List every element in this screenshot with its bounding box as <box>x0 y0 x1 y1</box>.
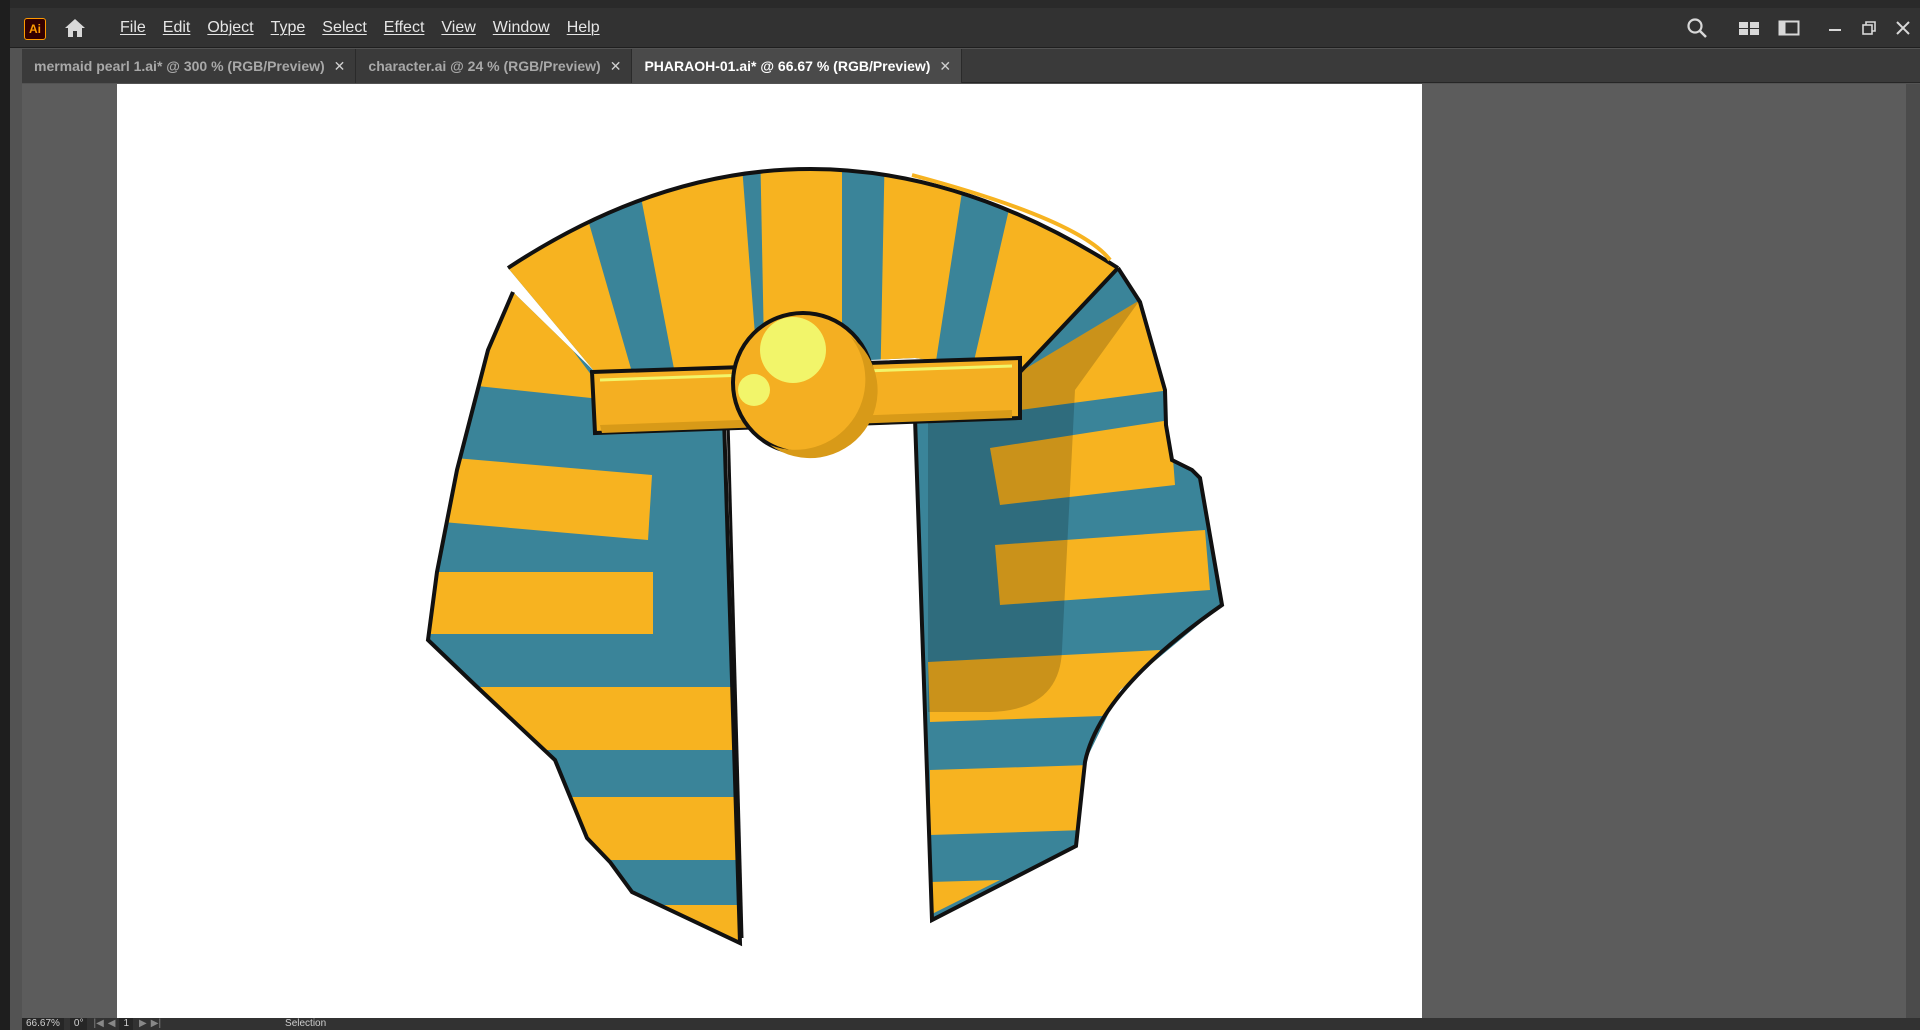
tab-pharaoh[interactable]: PHARAOH-01.ai* @ 66.67 % (RGB/Preview) ✕ <box>632 49 963 83</box>
menu-bar: Ai File Edit Object Type Select Effect V… <box>10 8 1920 48</box>
menu-window[interactable]: Window <box>493 19 550 37</box>
close-window-button[interactable] <box>1886 13 1920 43</box>
menu-help[interactable]: Help <box>567 19 600 37</box>
menu-view[interactable]: View <box>441 19 475 37</box>
home-button[interactable] <box>58 14 92 42</box>
close-icon <box>1896 21 1910 35</box>
tab-close-icon[interactable]: ✕ <box>334 58 346 75</box>
restore-icon <box>1862 21 1876 35</box>
tab-label: PHARAOH-01.ai* @ 66.67 % (RGB/Preview) <box>644 58 931 74</box>
window-top-edge <box>0 0 1920 8</box>
menu-effect[interactable]: Effect <box>384 19 425 37</box>
artboard-number-field[interactable]: 1 <box>119 1018 134 1030</box>
workspace-icon <box>1778 20 1800 36</box>
arrange-documents-icon <box>1739 22 1759 35</box>
search-icon <box>1687 18 1707 38</box>
arrange-documents-button[interactable] <box>1732 13 1766 43</box>
rotation-field[interactable]: 0° <box>69 1018 88 1030</box>
minimize-icon <box>1829 29 1841 31</box>
home-icon <box>65 19 85 37</box>
status-bar: 66.67% 0° |◀ ◀ 1 ▶ ▶| Selection <box>22 1018 1920 1030</box>
vertical-scrollbar[interactable] <box>1906 84 1920 1018</box>
menu-object[interactable]: Object <box>207 19 253 37</box>
menu-edit[interactable]: Edit <box>163 19 191 37</box>
headband-jewel <box>731 311 878 459</box>
left-edge <box>0 0 10 1030</box>
search-button[interactable] <box>1680 13 1714 43</box>
next-artboard-icon[interactable]: ▶ <box>139 1018 147 1030</box>
current-tool-label: Selection <box>285 1018 327 1029</box>
first-artboard-icon[interactable]: |◀ <box>93 1018 103 1030</box>
workspace-button[interactable] <box>1772 13 1806 43</box>
menu-type[interactable]: Type <box>271 19 306 37</box>
last-artboard-icon[interactable]: ▶| <box>151 1018 161 1030</box>
zoom-field[interactable]: 66.67% <box>22 1018 64 1030</box>
menu-file[interactable]: File <box>120 19 146 37</box>
tab-character[interactable]: character.ai @ 24 % (RGB/Preview) ✕ <box>356 49 633 83</box>
previous-artboard-icon[interactable]: ◀ <box>108 1018 116 1030</box>
main-menu: File Edit Object Type Select Effect View… <box>120 8 617 48</box>
tab-close-icon[interactable]: ✕ <box>939 58 951 75</box>
tab-mermaid-pearl[interactable]: mermaid pearl 1.ai* @ 300 % (RGB/Preview… <box>22 49 357 83</box>
menu-select[interactable]: Select <box>322 19 366 37</box>
tab-label: character.ai @ 24 % (RGB/Preview) <box>368 58 601 74</box>
pharaoh-headdress-artwork[interactable] <box>117 84 1422 1018</box>
tab-label: mermaid pearl 1.ai* @ 300 % (RGB/Preview… <box>34 58 325 74</box>
app-logo: Ai <box>24 18 46 40</box>
document-tabs: mermaid pearl 1.ai* @ 300 % (RGB/Preview… <box>22 49 1920 83</box>
artboard[interactable] <box>117 84 1422 1018</box>
window-controls <box>1680 8 1920 48</box>
tab-close-icon[interactable]: ✕ <box>610 58 622 75</box>
minimize-button[interactable] <box>1818 13 1852 43</box>
restore-button[interactable] <box>1852 13 1886 43</box>
